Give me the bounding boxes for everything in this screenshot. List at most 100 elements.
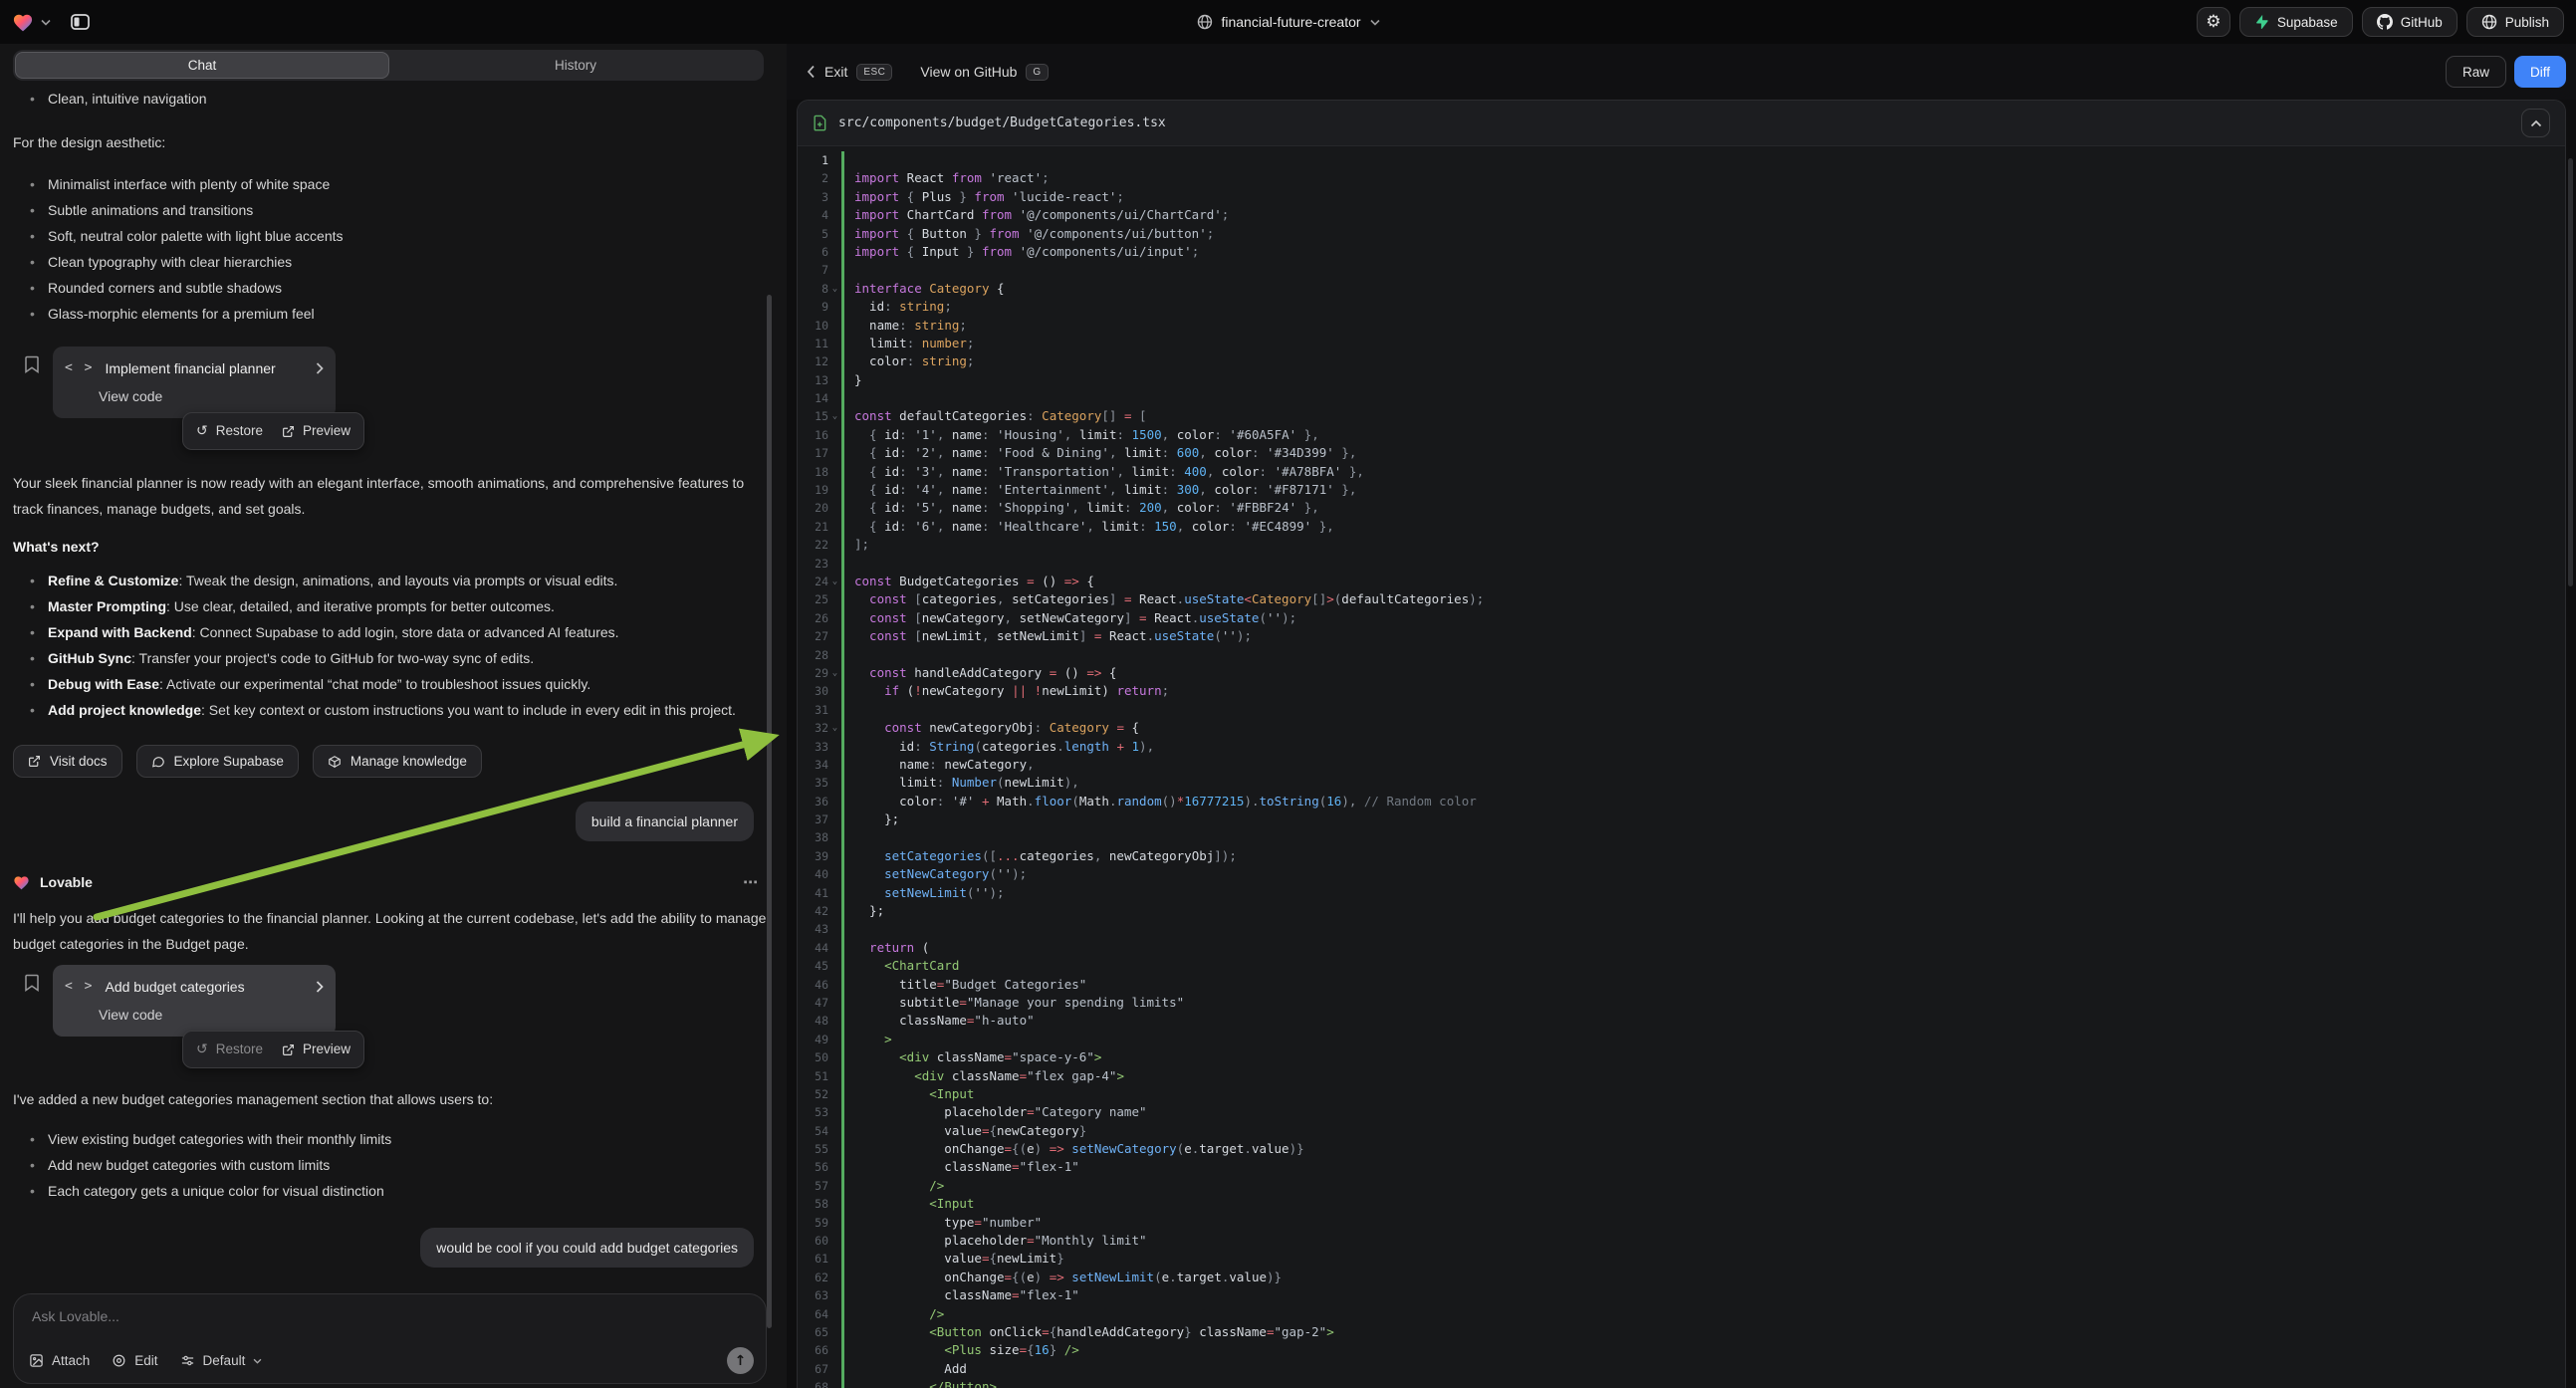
tab-history[interactable]: History [389,52,762,79]
github-icon [2377,14,2393,30]
code-line: 62 onChange={(e) => setNewLimit(e.target… [798,1269,2565,1286]
code-line: 6import { Input } from '@/components/ui/… [798,243,2565,261]
view-on-github-label: View on GitHub [920,64,1017,80]
chat-bubble-icon [151,755,165,769]
publish-label: Publish [2505,15,2549,30]
code-line: 2import React from 'react'; [798,169,2565,187]
chat-history-tabs: Chat History [13,50,764,81]
publish-globe-icon [2481,14,2497,30]
code-line: 39 setCategories([...categories, newCate… [798,847,2565,865]
manage-knowledge-button[interactable]: Manage knowledge [313,745,482,778]
code-line: 19 { id: '4', name: 'Entertainment', lim… [798,481,2565,499]
raw-toggle-button[interactable]: Raw [2446,56,2506,88]
list-item: Clean typography with clear hierarchies [13,249,774,275]
code-line: 34 name: newCategory, [798,756,2565,774]
code-line: 30 if (!newCategory || !newLimit) return… [798,682,2565,700]
code-line: 22]; [798,536,2565,554]
fold-chevron-icon[interactable]: ⌄ [828,573,841,590]
code-line: 3import { Plus } from 'lucide-react'; [798,188,2565,206]
restore-button[interactable]: ↺ Restore [196,418,263,444]
github-label: GitHub [2401,15,2443,30]
code-panel: Exit ESC View on GitHub G Raw Diff src/c… [787,44,2576,1388]
supabase-button[interactable]: Supabase [2239,7,2353,37]
project-switcher[interactable]: financial-future-creator [1196,14,1379,30]
tab-chat[interactable]: Chat [15,52,389,79]
publish-button[interactable]: Publish [2466,7,2564,37]
whats-next-heading: What's next? [13,534,774,560]
preview-button[interactable]: Preview [282,418,351,444]
code-line: 29⌄ const handleAddCategory = () => { [798,664,2565,682]
code-line: 64 /> [798,1305,2565,1323]
mode-select[interactable]: Default [180,1353,263,1368]
list-item: Clean, intuitive navigation [13,86,774,112]
send-button[interactable]: ↑ [727,1347,754,1374]
code-line: 26 const [newCategory, setNewCategory] =… [798,609,2565,627]
logo-menu-chevron-icon[interactable] [41,19,51,26]
code-line: 33 id: String(categories.length + 1), [798,738,2565,756]
g-kbd-badge: G [1026,64,1048,81]
chat-scrollbar[interactable] [767,295,772,1328]
code-line: 54 value={newCategory} [798,1122,2565,1140]
collapse-file-button[interactable] [2521,109,2550,137]
design-bullet-list: Minimalist interface with plenty of whit… [13,171,774,327]
message-menu-button[interactable]: ⋯ [743,869,759,895]
version-card-implement-financial-planner[interactable]: < > Implement financial planner View cod… [53,347,336,418]
assistant-summary: Your sleek financial planner is now read… [13,470,774,522]
chat-scroll-area[interactable]: Clean, intuitive navigation For the desi… [0,84,787,1290]
edit-button[interactable]: Edit [112,1353,157,1368]
restore-button[interactable]: ↺ Restore [196,1037,263,1062]
supabase-icon [2254,14,2269,30]
code-line: 56 className="flex-1" [798,1158,2565,1176]
fold-chevron-icon[interactable]: ⌄ [828,719,841,737]
chevron-down-icon [253,1358,262,1364]
restore-label: Restore [216,1037,263,1062]
view-code-link[interactable]: View code [99,383,324,409]
restore-preview-pill: ↺ Restore Preview [182,412,364,450]
fold-chevron-icon[interactable]: ⌄ [828,280,841,298]
code-line: 46 title="Budget Categories" [798,976,2565,994]
external-link-icon [282,1043,295,1056]
exit-label: Exit [824,64,847,80]
attach-label: Attach [52,1353,90,1368]
diff-toggle-button[interactable]: Diff [2514,56,2566,88]
bookmark-icon[interactable] [24,355,40,373]
explore-supabase-button[interactable]: Explore Supabase [136,745,299,778]
file-path-bar[interactable]: src/components/budget/BudgetCategories.t… [798,101,2565,146]
code-line: 31 [798,701,2565,719]
code-line: 61 value={newLimit} [798,1250,2565,1268]
sliders-icon [180,1353,195,1368]
project-name: financial-future-creator [1221,14,1360,30]
fold-chevron-icon[interactable]: ⌄ [828,407,841,425]
github-button[interactable]: GitHub [2362,7,2458,37]
code-line: 21 { id: '6', name: 'Healthcare', limit:… [798,518,2565,536]
visit-docs-button[interactable]: Visit docs [13,745,122,778]
lovable-logo-icon[interactable] [12,12,34,32]
chat-input[interactable]: Ask Lovable... [32,1308,119,1324]
bookmark-icon[interactable] [24,974,40,992]
code-diff-view[interactable]: 12import React from 'react';3import { Pl… [798,146,2565,1388]
attach-button[interactable]: Attach [29,1353,90,1368]
sidebar-toggle-icon [71,14,90,30]
view-code-link[interactable]: View code [99,1002,324,1028]
view-on-github-button[interactable]: View on GitHub G [920,64,1048,81]
settings-button[interactable]: ⚙ [2197,7,2230,37]
code-line: 1 [798,151,2565,169]
code-line: 41 setNewLimit(''); [798,884,2565,902]
code-brackets-icon: < > [65,355,94,381]
chat-composer: Ask Lovable... Attach Edit Default ↑ [13,1293,767,1384]
code-line: 8⌄interface Category { [798,280,2565,298]
top-bar: financial-future-creator ⚙ Supabase GitH… [0,0,2576,44]
preview-button[interactable]: Preview [282,1037,351,1062]
code-scrollbar[interactable] [2568,158,2573,586]
code-line: 67 Add [798,1360,2565,1378]
fold-chevron-icon[interactable]: ⌄ [828,664,841,682]
sidebar-toggle-button[interactable] [64,8,96,36]
list-item: Master Prompting: Use clear, detailed, a… [13,593,774,619]
exit-button[interactable]: Exit ESC [807,64,892,81]
code-line: 48 className="h-auto" [798,1012,2565,1030]
code-line: 35 limit: Number(newLimit), [798,774,2565,792]
version-card-add-budget-categories[interactable]: < > Add budget categories View code [53,965,336,1037]
image-icon [29,1353,44,1368]
restore-icon: ↺ [196,1042,208,1056]
code-line: 4import ChartCard from '@/components/ui/… [798,206,2565,224]
